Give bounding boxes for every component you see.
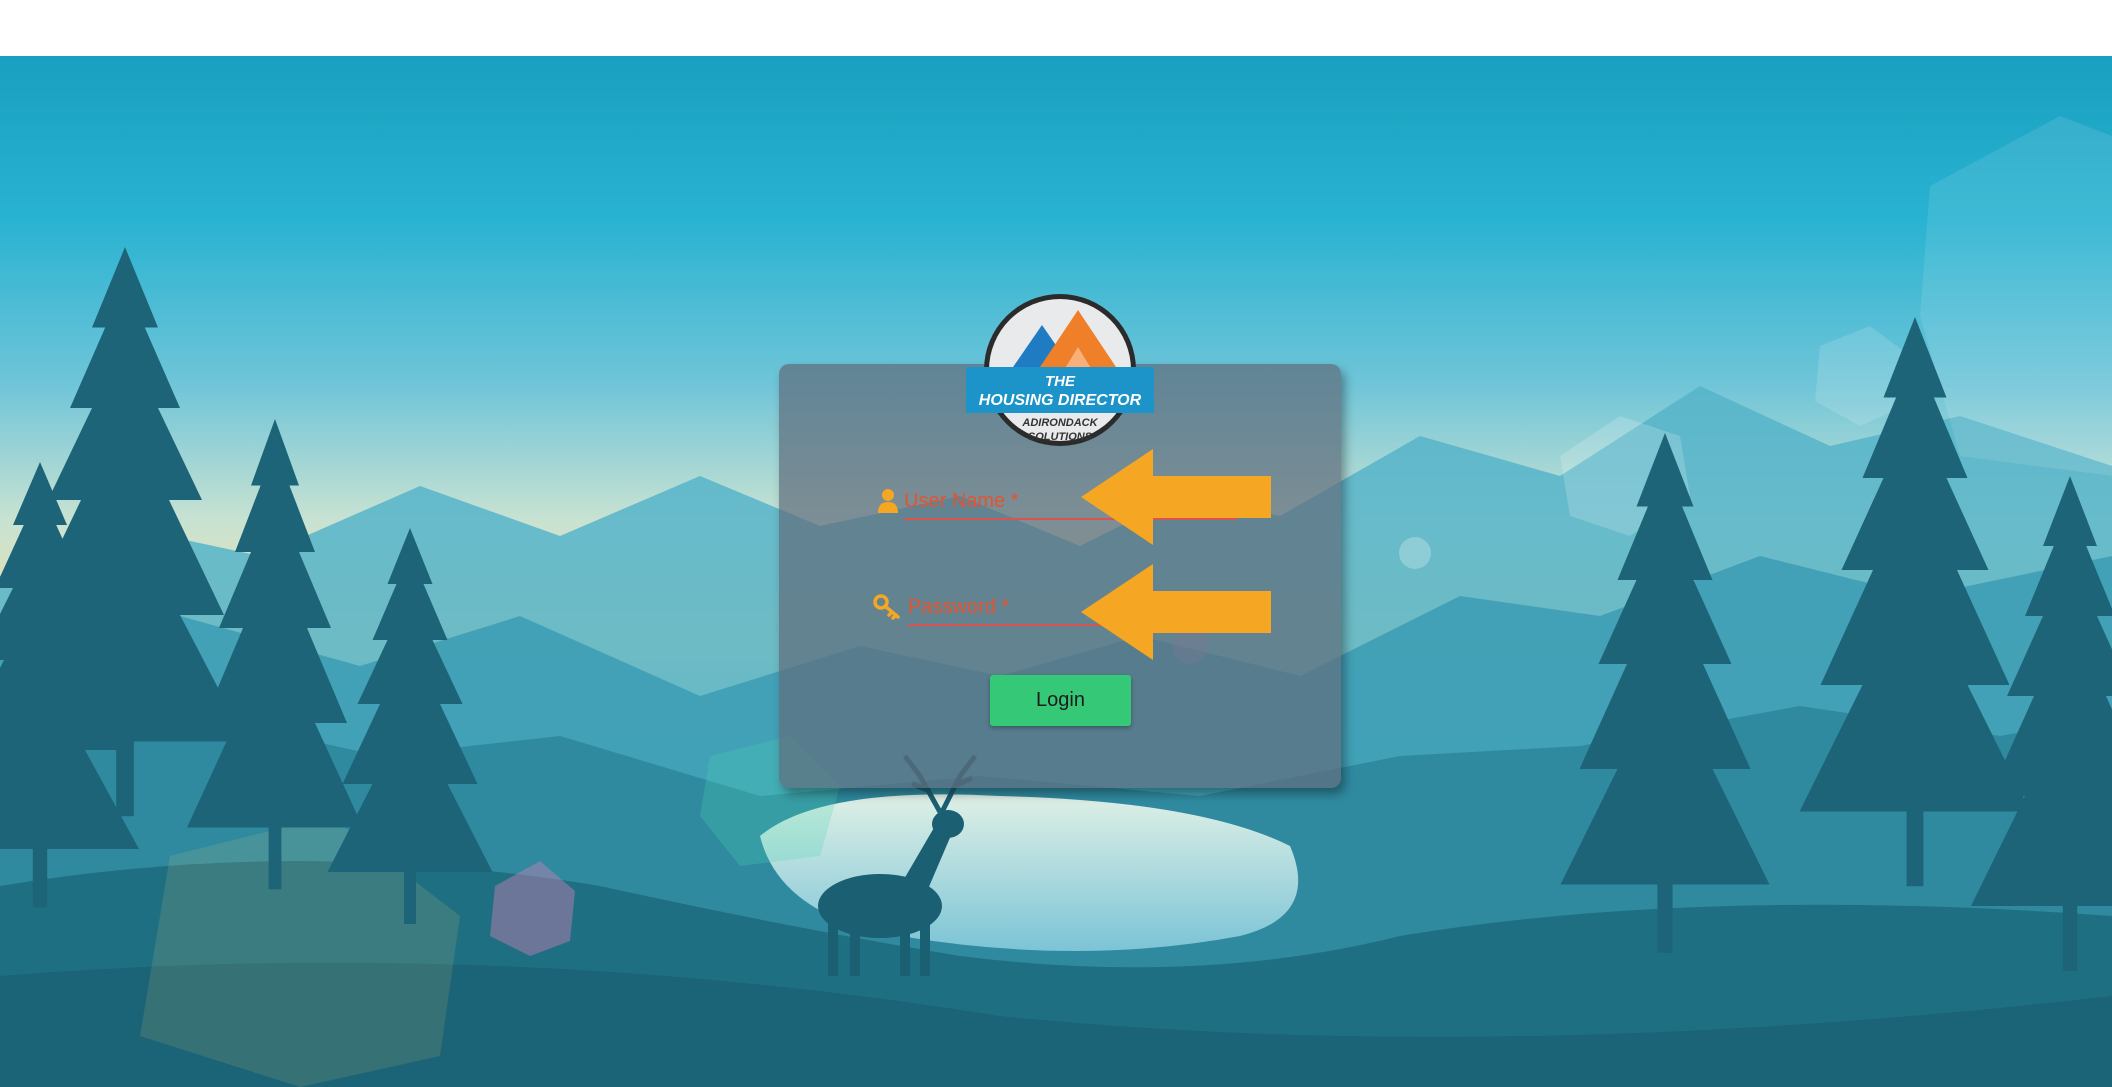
logo-line-adirondack: ADIRONDACK xyxy=(1021,417,1098,429)
key-icon xyxy=(873,594,900,620)
user-icon xyxy=(877,488,899,514)
arrow-left-icon xyxy=(1081,564,1271,660)
logo-line-the: THE xyxy=(1045,373,1076,390)
logo-line-housing-director: HOUSING DIRECTOR xyxy=(979,392,1142,409)
login-button[interactable]: Login xyxy=(990,675,1131,726)
logo-line-solutions: SOLUTIONS xyxy=(1028,431,1093,443)
arrow-left-icon xyxy=(1081,449,1271,545)
housing-director-logo: THE HOUSING DIRECTOR ADIRONDACK SOLUTION… xyxy=(966,292,1154,452)
top-bar xyxy=(0,0,2112,56)
